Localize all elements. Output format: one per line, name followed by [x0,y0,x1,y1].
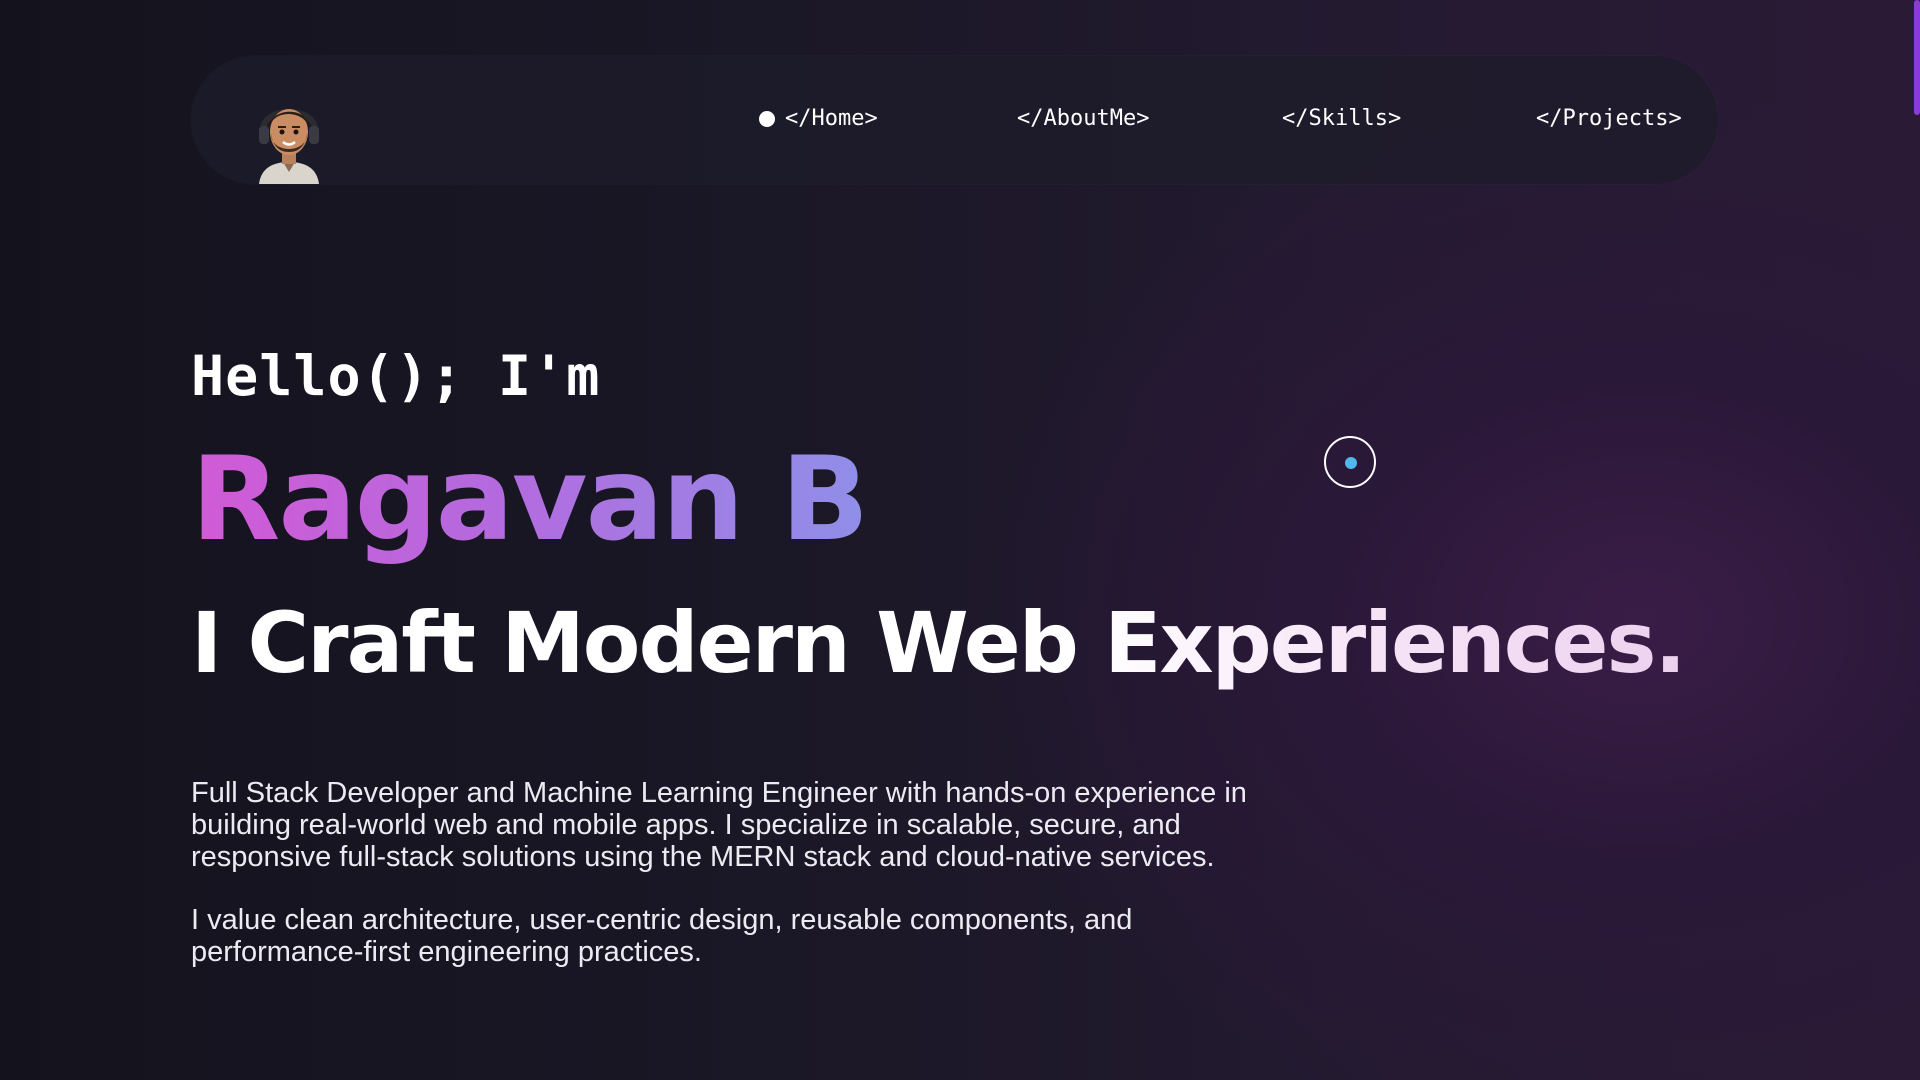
hero-tagline: I Craft Modern Web Experiences. [191,594,1686,692]
hero-greeting: Hello(); I'm [191,344,601,408]
nav-item-label: </Skills> [1282,106,1402,131]
nav-item-skills[interactable]: </Skills> [1282,106,1401,131]
hero-values-paragraph: I value clean architecture, user-centric… [191,904,1133,968]
custom-cursor-dot [1345,457,1357,469]
nav-item-label: </Home> [785,106,878,131]
nav-item-label: </Projects> [1536,106,1682,131]
nav-item-projects[interactable]: </Projects> [1536,106,1682,131]
nav-item-aboutme[interactable]: </AboutMe> [1017,106,1149,131]
hero-name: Ragavan B [191,432,869,567]
nav-links: </Home> </AboutMe> </Skills> </Projects> [191,56,1718,184]
top-navbar: </Home> </AboutMe> </Skills> </Projects> [191,56,1718,184]
hero-intro-paragraph: Full Stack Developer and Machine Learnin… [191,777,1247,873]
nav-item-home[interactable]: </Home> [759,106,878,131]
active-indicator-dot [759,110,775,127]
scrollbar-thumb[interactable] [1914,0,1920,115]
nav-item-label: </AboutMe> [1017,106,1150,131]
page-scrollbar[interactable] [1914,0,1920,1080]
